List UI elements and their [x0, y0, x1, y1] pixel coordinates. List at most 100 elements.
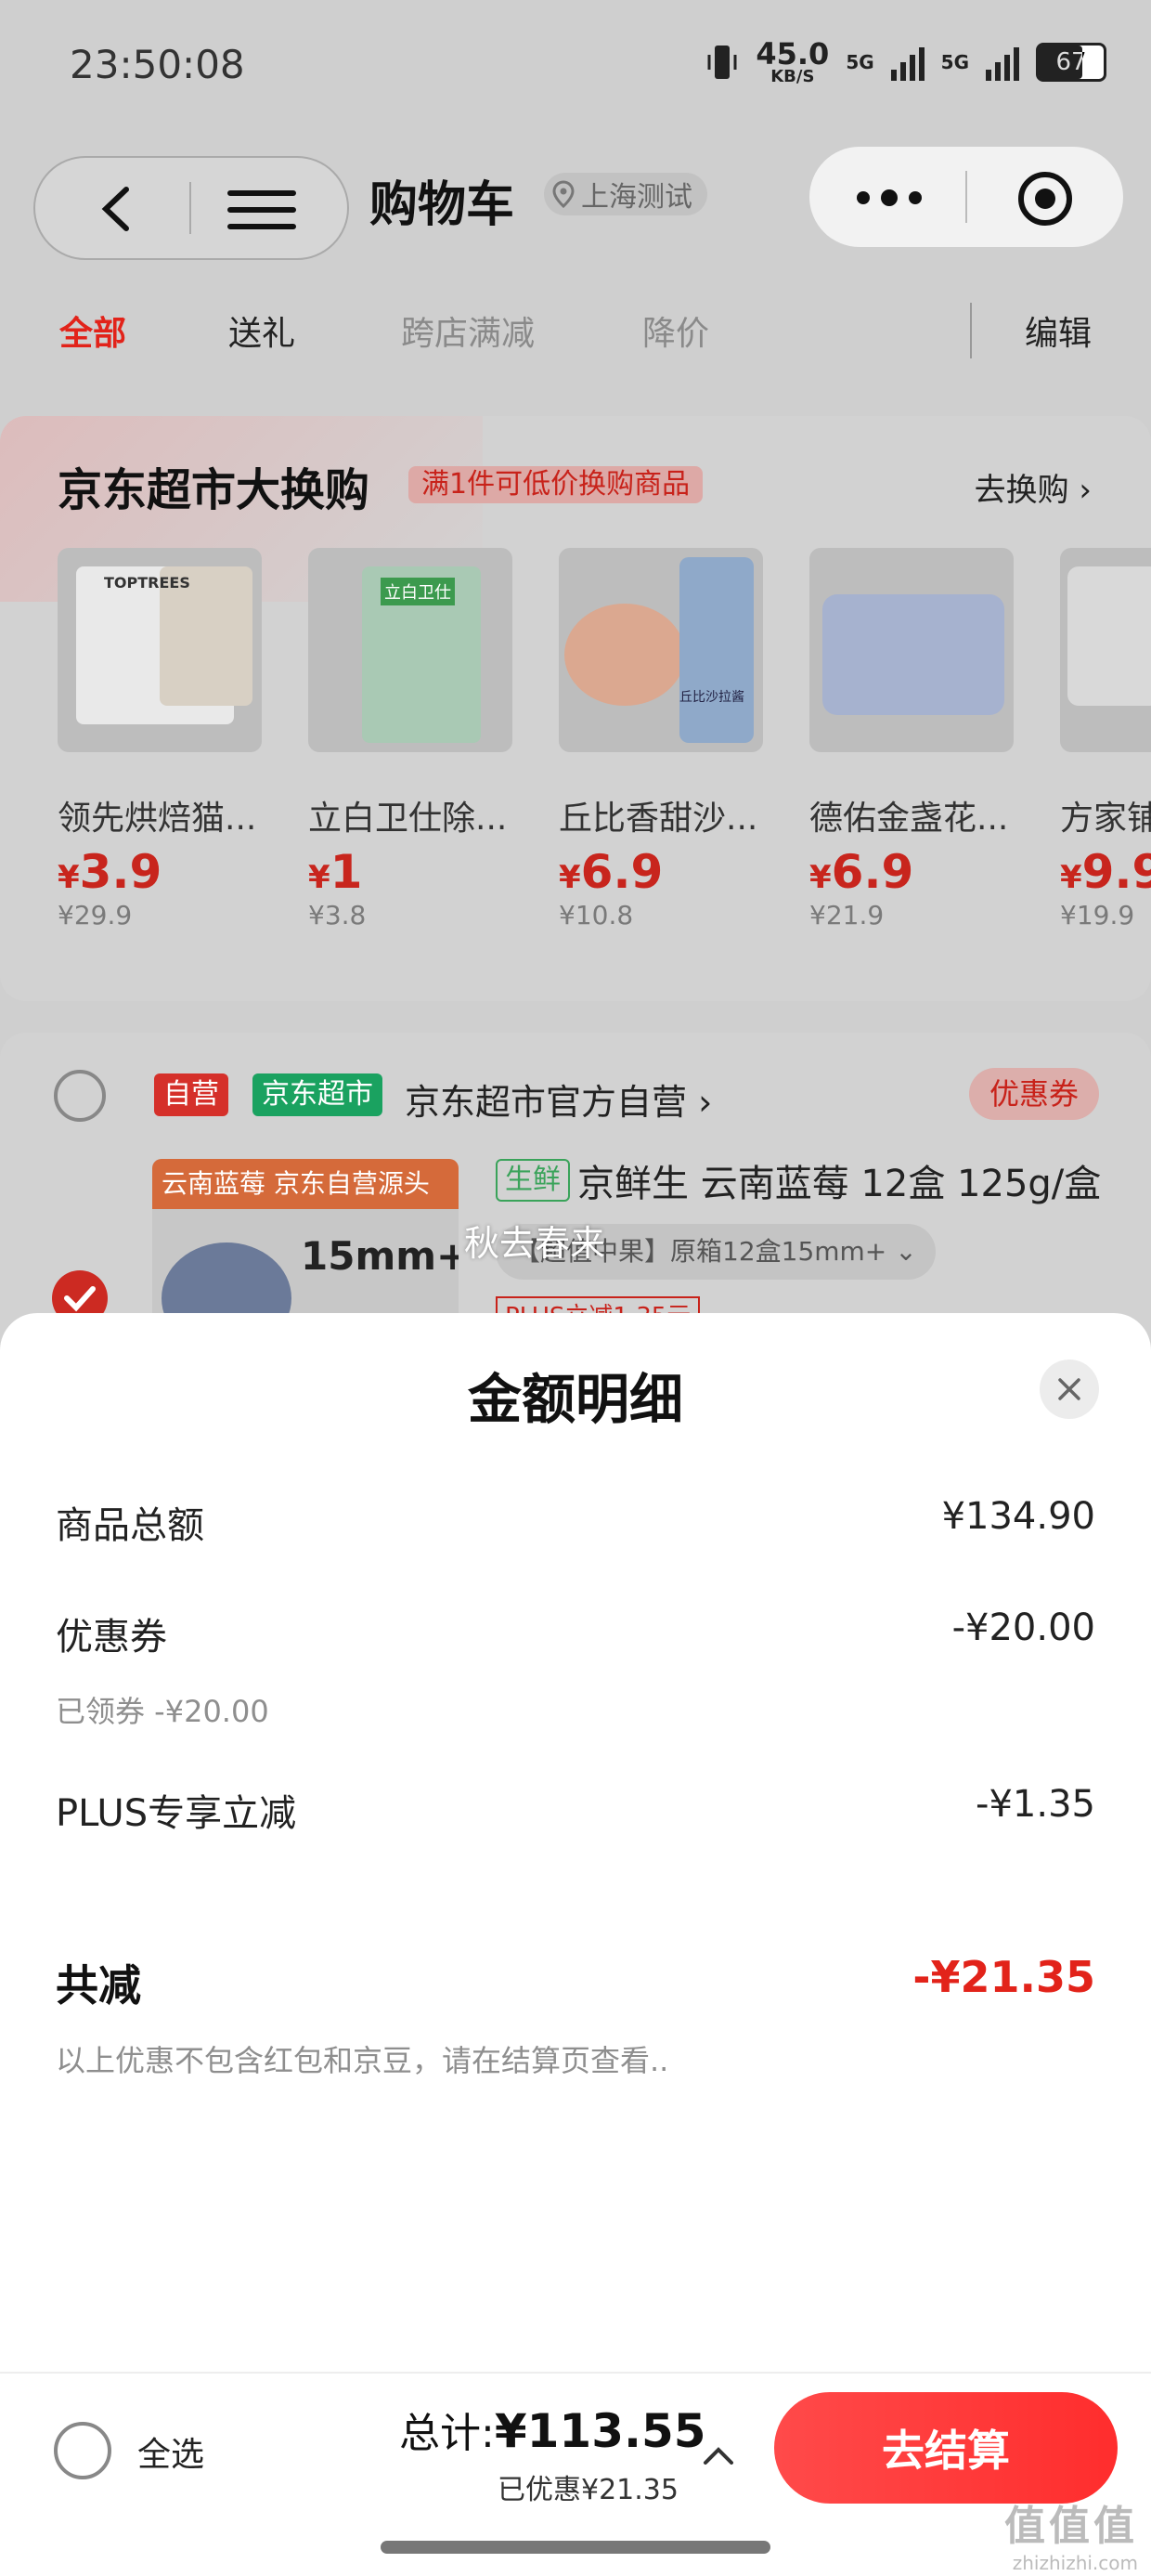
battery-icon: 67	[1036, 43, 1106, 82]
product-image-label: TOPTREES	[104, 574, 190, 592]
tab-gift[interactable]: 送礼	[228, 306, 295, 355]
product-price-value: 3.9	[79, 845, 162, 899]
goods-total-value: ¥134.90	[941, 1495, 1095, 1538]
filter-tabs: 全部 送礼 跨店满减 降价 编辑	[0, 297, 1151, 386]
currency-symbol: ¥	[58, 859, 80, 896]
saved-amount: 已优惠¥21.35	[498, 2474, 679, 2506]
product-name: 立白卫仕除...	[308, 800, 508, 838]
self-operated-tag: 自营	[154, 1073, 228, 1116]
tab-price-drop[interactable]: 降价	[642, 306, 709, 355]
coupon-label: 优惠券	[56, 1616, 167, 1659]
tab-cross-store[interactable]: 跨店满减	[401, 306, 535, 355]
more-icon[interactable]	[854, 184, 925, 212]
location-label: 上海测试	[581, 181, 692, 214]
menu-icon[interactable]	[226, 188, 297, 232]
exchange-product[interactable]: 立白卫仕 立白卫仕除... ¥1 ¥3.8	[308, 548, 531, 930]
coupon-value: -¥20.00	[951, 1607, 1095, 1649]
product-name: 德佑金盏花...	[809, 800, 1009, 838]
total-discount-label: 共减	[56, 1960, 141, 2010]
product-price: ¥3.9	[58, 847, 280, 898]
product-name: 方家铺	[1060, 800, 1151, 838]
close-mini-program-icon[interactable]	[1015, 169, 1075, 228]
exchange-product[interactable]: TOPTREES 领先烘焙猫... ¥3.9 ¥29.9	[58, 548, 280, 930]
page-title: 购物车	[369, 177, 515, 233]
exchange-product[interactable]: 丘比沙拉酱 丘比香甜沙... ¥6.9 ¥10.8	[559, 548, 782, 930]
nav-divider	[189, 182, 191, 234]
exchange-card: 京东超市大换购 满1件可低价换购商品 去换购 › TOPTREES 领先烘焙猫.…	[0, 416, 1151, 1001]
product-image-label: 立白卫仕	[381, 578, 455, 605]
checkout-bar: 全选 总计:¥113.55 已优惠¥21.35 去结算 值值值 zhizhizh…	[0, 2372, 1151, 2576]
battery-level: 67	[1055, 48, 1087, 76]
close-icon	[1058, 1378, 1080, 1400]
status-icons: 45.0 KB/S 5G 5G 67	[705, 39, 1106, 85]
tabs-divider	[970, 303, 972, 358]
sheet-title: 金额明细	[467, 1368, 683, 1431]
chevron-up-icon[interactable]	[702, 2444, 735, 2466]
product-image	[809, 548, 1014, 752]
brand-watermark-logo: 值值值	[1004, 2503, 1138, 2550]
select-all-radio[interactable]	[54, 2422, 111, 2479]
chevron-down-icon: ⌄	[895, 1236, 917, 1267]
currency-symbol: ¥	[308, 859, 330, 896]
status-time: 23:50:08	[70, 42, 245, 87]
total-prefix: 总计:	[399, 2410, 495, 2457]
brand-watermark: 值值值 zhizhizhi.com	[1004, 2492, 1138, 2574]
exchange-go-label: 去换购	[974, 472, 1069, 509]
exchange-go-link[interactable]: 去换购 ›	[975, 464, 1092, 510]
product-original-price: ¥29.9	[58, 900, 133, 930]
currency-symbol: ¥	[1060, 859, 1082, 896]
back-icon[interactable]	[95, 186, 137, 232]
home-indicator	[381, 2541, 770, 2554]
location-chip[interactable]: 上海测试	[544, 173, 707, 215]
goods-total-label: 商品总额	[56, 1504, 204, 1547]
fresh-tag: 生鲜	[496, 1159, 570, 1202]
location-pin-icon	[552, 180, 575, 208]
mini-program-capsule	[809, 147, 1123, 247]
network-speed: 45.0 KB/S	[756, 36, 830, 86]
item-title[interactable]: 京鲜生 云南蓝莓 12盒 125g/盒	[577, 1153, 1101, 1207]
product-price: ¥6.9	[809, 847, 1032, 898]
product-price: ¥6.9	[559, 847, 782, 898]
total-value: ¥113.55	[494, 2404, 706, 2458]
exchange-product[interactable]: 方家铺 ¥9.9 ¥19.9	[1060, 548, 1151, 930]
product-price-value: 6.9	[580, 845, 664, 899]
product-name: 丘比香甜沙...	[559, 800, 758, 838]
plus-discount-value: -¥1.35	[976, 1783, 1095, 1826]
nav-pill	[33, 156, 349, 260]
product-original-price: ¥10.8	[559, 900, 634, 930]
signal-icon	[890, 44, 925, 81]
select-all-label[interactable]: 全选	[137, 2427, 204, 2476]
tab-all[interactable]: 全部	[59, 306, 126, 355]
product-image: TOPTREES	[58, 548, 262, 752]
product-price-value: 1	[330, 845, 363, 899]
item-size-label: 15mm+	[301, 1233, 459, 1279]
coupon-button[interactable]: 优惠券	[968, 1068, 1099, 1120]
product-original-price: ¥3.8	[308, 900, 367, 930]
store-name[interactable]: 京东超市官方自营 ›	[405, 1073, 712, 1125]
product-original-price: ¥21.9	[809, 900, 885, 930]
product-image-label: 丘比沙拉酱	[679, 690, 744, 705]
exchange-badge: 满1件可低价换购商品	[408, 466, 704, 503]
product-name: 领先烘焙猫...	[58, 800, 257, 838]
product-image: 丘比沙拉酱	[559, 548, 763, 752]
checkout-button[interactable]: 去结算	[774, 2392, 1118, 2504]
product-price-value: 6.9	[831, 845, 914, 899]
product-image	[1060, 548, 1151, 752]
close-button[interactable]	[1040, 1360, 1099, 1419]
exchange-product[interactable]: 德佑金盏花... ¥6.9 ¥21.9	[809, 548, 1032, 930]
total-discount-value: -¥21.35	[912, 1952, 1095, 2002]
product-original-price: ¥19.9	[1060, 900, 1135, 930]
coupon-sub-label: 已领券 -¥20.00	[56, 1694, 269, 1729]
signal-icon-2	[986, 44, 1019, 81]
signal-5g-label: 5G	[846, 51, 874, 73]
exchange-title: 京东超市大换购	[58, 464, 370, 516]
product-image: 立白卫仕	[308, 548, 512, 752]
currency-symbol: ¥	[809, 859, 832, 896]
signal-5g-label-2: 5G	[940, 51, 969, 73]
chevron-right-icon: ›	[1079, 472, 1092, 509]
edit-button[interactable]: 编辑	[1025, 306, 1092, 355]
store-select-radio[interactable]	[54, 1070, 106, 1122]
currency-symbol: ¥	[559, 859, 581, 896]
item-image-banner: 云南蓝莓 京东自营源头	[152, 1159, 459, 1209]
plus-discount-label: PLUS专享立减	[56, 1792, 297, 1835]
